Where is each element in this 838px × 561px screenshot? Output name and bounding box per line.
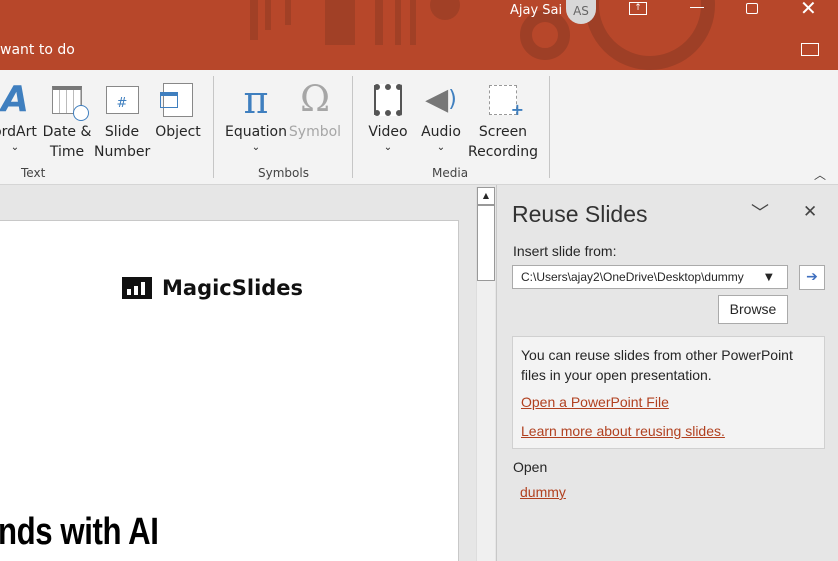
- screen-recording-icon: +: [466, 78, 540, 122]
- button-label: Equation: [224, 124, 287, 140]
- logo-text: MagicSlides: [162, 276, 304, 300]
- slide-canvas[interactable]: MagicSlides nds with AI: [0, 220, 459, 561]
- wordart-button[interactable]: A ordArt⌄: [0, 78, 45, 154]
- object-button[interactable]: Object: [152, 78, 204, 142]
- restore-icon[interactable]: [746, 3, 758, 14]
- pane-title: Reuse Slides: [512, 201, 648, 227]
- collapse-ribbon-icon[interactable]: ︿: [814, 166, 826, 183]
- magicslides-logo: MagicSlides: [122, 276, 303, 300]
- button-label: Video: [368, 124, 408, 140]
- open-powerpoint-file-link[interactable]: Open a PowerPoint File: [521, 394, 669, 410]
- date-time-button[interactable]: Date & Time: [40, 78, 94, 162]
- group-label-text: Text: [21, 166, 46, 180]
- minimize-icon[interactable]: [690, 7, 704, 8]
- button-label: Number: [94, 144, 151, 160]
- path-combobox[interactable]: C:\Users\ajay2\OneDrive\Desktop\dummy ▼: [512, 265, 788, 289]
- dropdown-arrow-icon[interactable]: ▼: [765, 272, 773, 283]
- calendar-clock-icon: [40, 78, 94, 122]
- insert-slide-label: Insert slide from:: [513, 243, 617, 259]
- video-button[interactable]: Video ⌄: [363, 78, 413, 154]
- pi-icon: π: [243, 78, 269, 122]
- button-label: Screen: [478, 124, 528, 140]
- screen-recording-button[interactable]: + Screen Recording: [466, 78, 540, 162]
- button-label: Recording: [467, 144, 539, 160]
- button-label: Date &: [42, 124, 92, 140]
- reuse-slides-pane: Reuse Slides ﹀ ✕ Insert slide from: C:\U…: [496, 185, 838, 561]
- ribbon: A ordArt⌄ Date & Time # Slide Number Objec…: [0, 70, 838, 185]
- scroll-thumb[interactable]: [477, 205, 495, 281]
- slide-number-icon: #: [94, 78, 150, 122]
- object-icon: [152, 78, 204, 122]
- separator: [549, 76, 550, 178]
- tell-me-text[interactable]: want to do: [0, 42, 75, 58]
- button-label: Symbol: [288, 124, 342, 140]
- film-icon: [363, 78, 413, 122]
- close-window-icon[interactable]: ✕: [800, 0, 817, 20]
- open-file-link[interactable]: dummy: [520, 484, 566, 500]
- separator: [213, 76, 214, 178]
- separator: [352, 76, 353, 178]
- comments-icon[interactable]: [801, 43, 819, 56]
- button-label: Object: [155, 124, 201, 140]
- browse-button[interactable]: Browse: [718, 295, 788, 324]
- scroll-up-arrow[interactable]: ▲: [477, 187, 495, 205]
- user-name[interactable]: Ajay Sai: [510, 3, 562, 18]
- path-input[interactable]: C:\Users\ajay2\OneDrive\Desktop\dummy: [513, 270, 761, 284]
- button-label: ordArt: [0, 124, 37, 140]
- button-label: Audio: [421, 124, 461, 140]
- ribbon-display-options-icon[interactable]: ↑: [629, 2, 647, 15]
- slide-number-button[interactable]: # Slide Number: [94, 78, 150, 162]
- vertical-scrollbar[interactable]: ▲: [476, 187, 495, 561]
- group-label-symbols: Symbols: [258, 166, 309, 180]
- close-pane-icon[interactable]: ✕: [803, 202, 817, 222]
- equation-button[interactable]: π Equation ⌄: [222, 78, 290, 154]
- wordart-icon: A: [1, 79, 29, 120]
- presentation-board-icon: [122, 277, 152, 299]
- info-box: You can reuse slides from other PowerPoi…: [512, 336, 825, 449]
- pane-options-icon[interactable]: ﹀: [751, 199, 769, 225]
- audio-button[interactable]: ◀) Audio ⌄: [416, 78, 466, 154]
- open-label: Open: [513, 459, 548, 475]
- title-bar: want to do Ajay Sai AS ↑ ✕: [0, 0, 838, 70]
- button-label: Time: [49, 144, 85, 160]
- info-text: You can reuse slides from other PowerPoi…: [521, 347, 793, 383]
- button-label: Slide: [104, 124, 140, 140]
- learn-more-link[interactable]: Learn more about reusing slides.: [521, 423, 725, 439]
- group-label-media: Media: [432, 166, 469, 180]
- omega-icon: Ω: [300, 79, 330, 120]
- slide-title[interactable]: nds with AI: [0, 511, 159, 554]
- go-arrow-button[interactable]: ➔: [799, 265, 825, 290]
- speaker-icon: ◀): [425, 82, 457, 117]
- symbol-button[interactable]: Ω Symbol: [288, 78, 342, 142]
